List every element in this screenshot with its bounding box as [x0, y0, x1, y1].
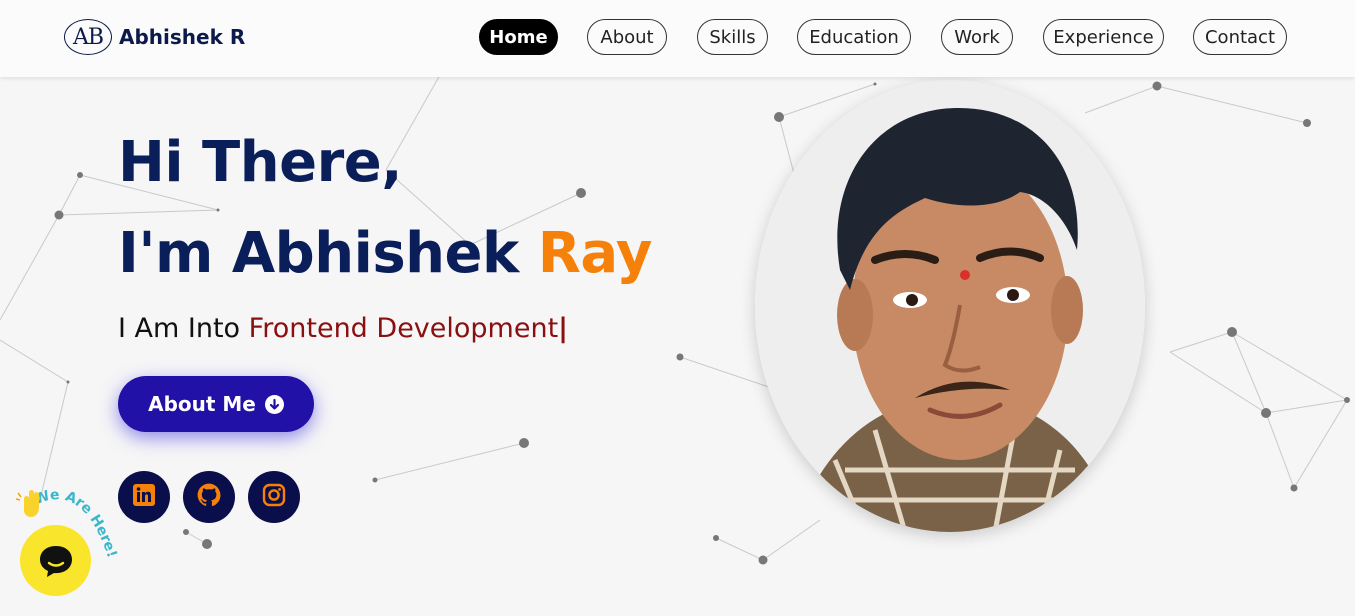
about-me-button[interactable]: About Me [118, 376, 314, 432]
typing-caret: | [558, 313, 569, 344]
instagram-button[interactable] [248, 471, 300, 523]
hero-intro: I'm Abhishek Ray [118, 221, 652, 286]
site-header: AB Abhishek R Home About Skills Educatio… [0, 0, 1355, 77]
hero-greeting: Hi There, [118, 130, 402, 195]
waving-hand-icon [15, 490, 39, 517]
main-nav: Home About Skills Education Work Experie… [479, 19, 1287, 55]
hero-intro-prefix: I'm Abhishek [118, 221, 538, 286]
site-logo[interactable]: AB Abhishek R [64, 19, 245, 55]
profile-portrait-illustration [755, 80, 1145, 532]
linkedin-icon [132, 483, 156, 511]
nav-about[interactable]: About [587, 19, 667, 55]
chat-bubble-icon [39, 545, 72, 577]
github-button[interactable] [183, 471, 235, 523]
role-prefix: I Am Into [118, 313, 249, 344]
nav-home[interactable]: Home [479, 19, 558, 55]
chat-launcher-button[interactable] [20, 525, 91, 596]
typed-role: Frontend Development [248, 313, 559, 344]
nav-work[interactable]: Work [941, 19, 1013, 55]
logo-name: Abhishek R [119, 25, 246, 49]
github-icon [196, 482, 222, 512]
nav-skills[interactable]: Skills [697, 19, 768, 55]
instagram-icon [262, 483, 286, 511]
logo-mark: AB [64, 19, 112, 55]
hero-intro-highlight: Ray [537, 221, 653, 286]
nav-experience[interactable]: Experience [1043, 19, 1164, 55]
hero-role-line: I Am Into Frontend Development| [118, 313, 568, 344]
about-me-label: About Me [148, 392, 256, 416]
profile-photo [755, 80, 1145, 532]
nav-education[interactable]: Education [797, 19, 911, 55]
particle-network-background [0, 74, 1350, 565]
social-links [118, 471, 313, 523]
arrow-down-circle-icon [264, 394, 284, 414]
nav-contact[interactable]: Contact [1193, 19, 1287, 55]
